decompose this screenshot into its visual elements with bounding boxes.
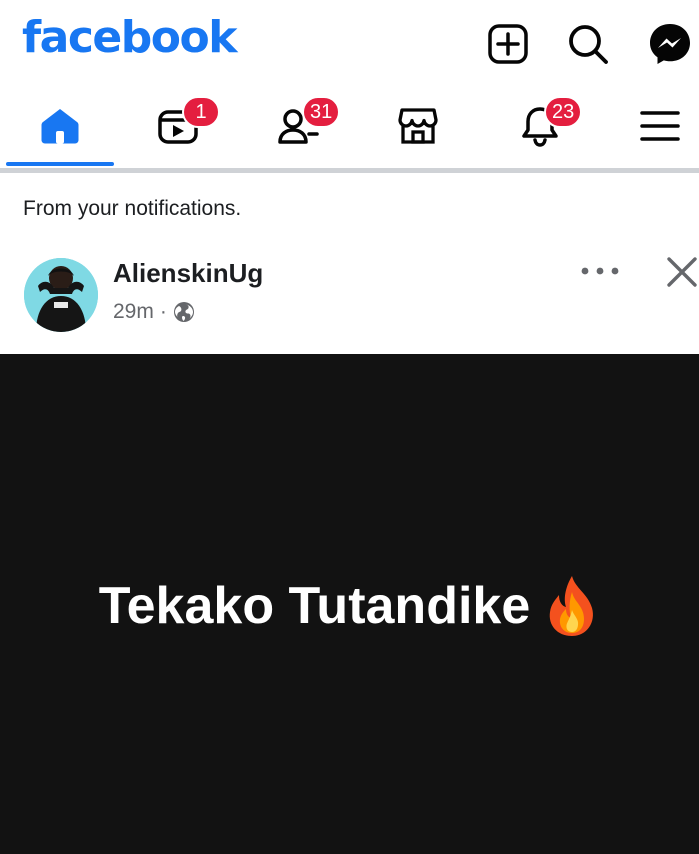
tab-menu[interactable] [602, 86, 699, 166]
notifications-badge: 23 [544, 96, 583, 128]
globe-icon [173, 302, 194, 322]
tab-notifications[interactable]: 23 [482, 86, 598, 166]
post-header: AlienskinUg 29m · [0, 240, 699, 352]
plus-square-icon [488, 24, 528, 64]
marketplace-icon [398, 108, 438, 144]
messenger-icon [650, 24, 690, 64]
video-badge: 1 [182, 96, 220, 128]
friends-badge: 31 [302, 96, 341, 128]
tab-home[interactable] [2, 86, 118, 166]
tab-video[interactable]: 1 [120, 86, 236, 166]
hide-post-button[interactable] [660, 250, 699, 294]
tab-marketplace[interactable] [360, 86, 476, 166]
post-time[interactable]: 29m [113, 300, 154, 324]
post-text-line: Tekako Tutandike [0, 574, 699, 638]
post-text: Tekako Tutandike [98, 577, 531, 635]
hamburger-menu-icon [640, 111, 680, 141]
avatar[interactable] [24, 258, 98, 332]
nav-divider [0, 168, 699, 173]
notification-context-label: From your notifications. [23, 197, 242, 220]
post-author[interactable]: AlienskinUg [113, 258, 263, 289]
create-post-button[interactable] [486, 22, 530, 66]
home-icon [41, 109, 79, 144]
post-background-text[interactable]: Tekako Tutandike [0, 354, 699, 854]
post-options-button[interactable] [574, 256, 626, 286]
tab-friends[interactable]: 31 [240, 86, 356, 166]
close-icon [667, 257, 697, 287]
facebook-logo[interactable]: facebook [22, 12, 237, 63]
profile-photo [24, 258, 98, 332]
active-tab-indicator [6, 162, 114, 166]
fire-emoji [549, 576, 594, 636]
main-nav: 1 31 23 [0, 86, 699, 168]
more-dots-icon [581, 267, 619, 275]
top-bar: facebook [0, 0, 699, 86]
meta-separator: · [159, 300, 167, 323]
search-icon [569, 25, 608, 64]
messenger-button[interactable] [648, 22, 692, 66]
post-meta: 29m · [113, 300, 195, 324]
search-button[interactable] [566, 22, 610, 66]
